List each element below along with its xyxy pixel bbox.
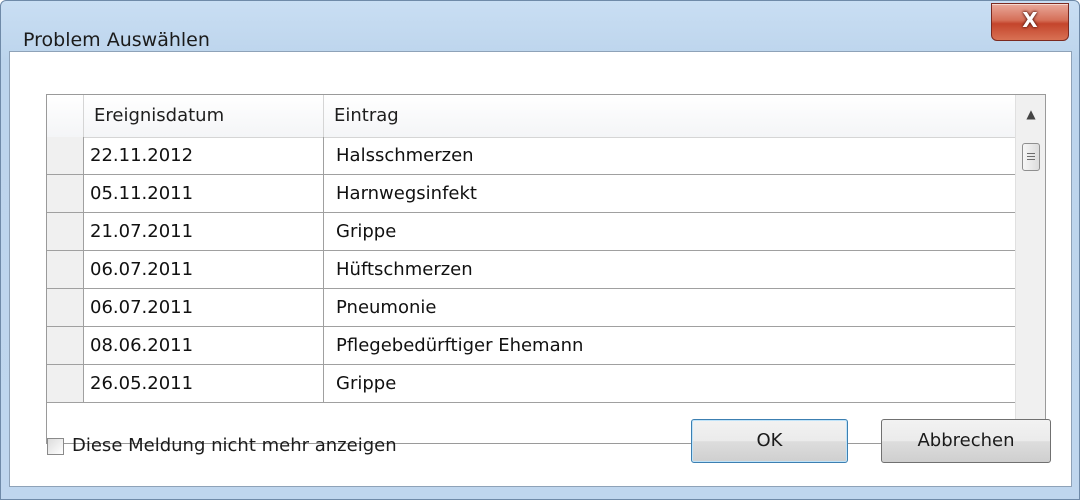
cell-eintrag[interactable]: Grippe: [324, 213, 1015, 250]
row-selector[interactable]: [47, 213, 84, 250]
window-title: Problem Auswählen: [23, 29, 210, 51]
close-icon: X: [1022, 8, 1038, 32]
grid-header: Ereignisdatum Eintrag: [47, 95, 1015, 138]
cell-ereignisdatum[interactable]: 21.07.2011: [84, 213, 324, 250]
row-selector[interactable]: [47, 327, 84, 364]
cell-eintrag[interactable]: Halsschmerzen: [324, 137, 1015, 174]
table-row[interactable]: 26.05.2011 Grippe: [47, 365, 1015, 403]
cell-eintrag[interactable]: Grippe: [324, 365, 1015, 402]
cell-eintrag[interactable]: Harnwegsinfekt: [324, 175, 1015, 212]
cell-ereignisdatum[interactable]: 05.11.2011: [84, 175, 324, 212]
row-selector[interactable]: [47, 251, 84, 288]
cancel-button[interactable]: Abbrechen: [881, 419, 1051, 463]
table-row[interactable]: 06.07.2011 Pneumonie: [47, 289, 1015, 327]
grip-line: [1027, 153, 1035, 154]
cell-ereignisdatum[interactable]: 08.06.2011: [84, 327, 324, 364]
row-selector[interactable]: [47, 137, 84, 174]
cell-ereignisdatum[interactable]: 06.07.2011: [84, 289, 324, 326]
row-selector[interactable]: [47, 365, 84, 402]
dialog-window: Problem Auswählen X Ereignisdatum Eintra…: [0, 0, 1080, 500]
cell-eintrag[interactable]: Pneumonie: [324, 289, 1015, 326]
cell-eintrag[interactable]: Pflegebedürftiger Ehemann: [324, 327, 1015, 364]
table-row[interactable]: 05.11.2011 Harnwegsinfekt: [47, 175, 1015, 213]
column-header-ereignisdatum[interactable]: Ereignisdatum: [84, 95, 324, 137]
dialog-client-area: Ereignisdatum Eintrag 22.11.2012 Halsschm…: [9, 51, 1072, 487]
vertical-scrollbar[interactable]: ▲ ▼: [1015, 95, 1045, 443]
cell-ereignisdatum[interactable]: 26.05.2011: [84, 365, 324, 402]
table-row[interactable]: 22.11.2012 Halsschmerzen: [47, 137, 1015, 175]
table-row[interactable]: 06.07.2011 Hüftschmerzen: [47, 251, 1015, 289]
grip-line: [1027, 159, 1035, 160]
grip-line: [1027, 156, 1035, 157]
dont-show-again-checkbox[interactable]: [47, 438, 64, 455]
cell-ereignisdatum[interactable]: 22.11.2012: [84, 137, 324, 174]
table-row[interactable]: 08.06.2011 Pflegebedürftiger Ehemann: [47, 327, 1015, 365]
close-button[interactable]: X: [991, 3, 1069, 41]
problem-grid[interactable]: Ereignisdatum Eintrag 22.11.2012 Halsschm…: [46, 94, 1046, 444]
grid-corner-cell: [47, 95, 84, 137]
ok-button[interactable]: OK: [691, 419, 848, 463]
scrollbar-thumb[interactable]: [1022, 143, 1040, 171]
column-header-eintrag[interactable]: Eintrag: [324, 95, 1015, 137]
cell-ereignisdatum[interactable]: 06.07.2011: [84, 251, 324, 288]
table-row[interactable]: 21.07.2011 Grippe: [47, 213, 1015, 251]
dont-show-again-label: Diese Meldung nicht mehr anzeigen: [72, 435, 397, 456]
row-selector[interactable]: [47, 175, 84, 212]
cell-eintrag[interactable]: Hüftschmerzen: [324, 251, 1015, 288]
row-selector[interactable]: [47, 289, 84, 326]
scroll-up-arrow-icon[interactable]: ▲: [1016, 99, 1045, 129]
